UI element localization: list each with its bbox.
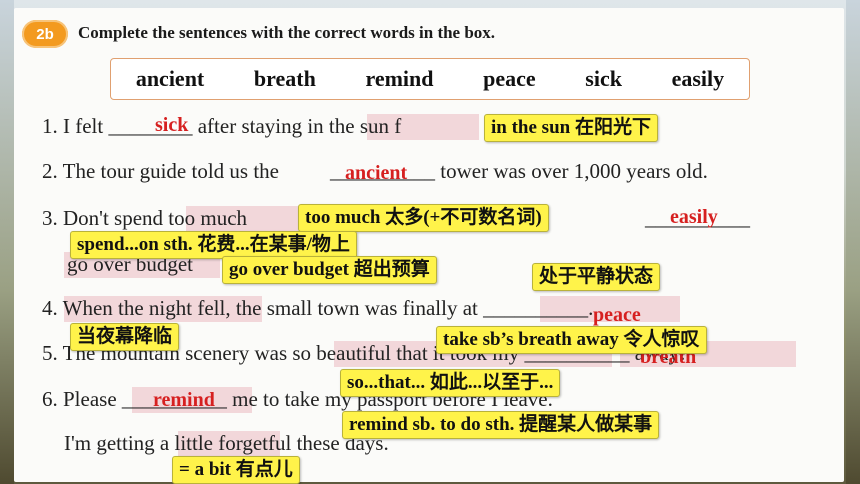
note-remind: remind sb. to do sth. 提醒某人做某事 — [342, 411, 660, 439]
note-text: remind sb. to do sth. 提醒某人做某事 — [349, 414, 653, 435]
sentence-1: 1. I felt ________ after staying in the … — [42, 114, 402, 138]
note-text: go over budget 超出预算 — [229, 259, 430, 280]
note-take-breath-away: take sb’s breath away 令人惊叹 — [436, 326, 707, 354]
note-a-bit: = a bit 有点儿 — [172, 456, 300, 484]
note-text: = a bit 有点儿 — [179, 459, 293, 480]
sentence-2-start: 2. The tour guide told us the — [42, 159, 279, 183]
note-text: 处于平静状态 — [539, 266, 654, 287]
note-too-much: too much 太多(+不可数名词) — [298, 204, 549, 232]
note-go-over-budget: go over budget 超出预算 — [222, 256, 437, 284]
note-text: so...that... 如此...以至于... — [347, 372, 554, 393]
note-text: in the sun 在阳光下 — [491, 117, 651, 138]
note-text: too much 太多(+不可数名词) — [305, 207, 542, 228]
note-text: take sb’s breath away 令人惊叹 — [443, 329, 700, 350]
sentence-6-continued: I'm getting a little forgetful these day… — [64, 431, 389, 455]
sentence-4: 4. When the night fell, the small town w… — [42, 296, 594, 320]
answer-3: easily — [670, 206, 718, 228]
right-photo-strip — [846, 0, 860, 484]
instruction-text: Complete the sentences with the correct … — [78, 23, 496, 42]
note-text: 当夜幕降临 — [77, 326, 173, 347]
word-item: peace — [483, 66, 536, 91]
note-at-peace: 处于平静状态 — [532, 263, 661, 291]
note-night-fell: 当夜幕降临 — [70, 323, 180, 351]
sentence-3: 3. Don't spend too much — [42, 206, 248, 230]
note-text: spend...on sth. 花费...在某事/物上 — [77, 234, 350, 255]
answer-4: peace — [593, 304, 641, 326]
exercise-badge: 2b — [22, 20, 68, 48]
word-item: breath — [253, 66, 316, 91]
note-in-the-sun: in the sun 在阳光下 — [484, 114, 658, 142]
word-item: sick — [585, 66, 622, 91]
word-box: ancient breath remind peace sick easily — [110, 58, 750, 100]
word-item: ancient — [135, 66, 205, 91]
answer-1: sick — [155, 114, 189, 136]
answer-6: remind — [153, 389, 215, 411]
answer-2: ancient — [345, 162, 408, 184]
note-so-that: so...that... 如此...以至于... — [340, 369, 561, 397]
note-spend-on: spend...on sth. 花费...在某事/物上 — [70, 231, 357, 259]
left-photo-strip — [0, 0, 14, 484]
word-item: easily — [671, 66, 725, 91]
word-item: remind — [365, 66, 434, 91]
